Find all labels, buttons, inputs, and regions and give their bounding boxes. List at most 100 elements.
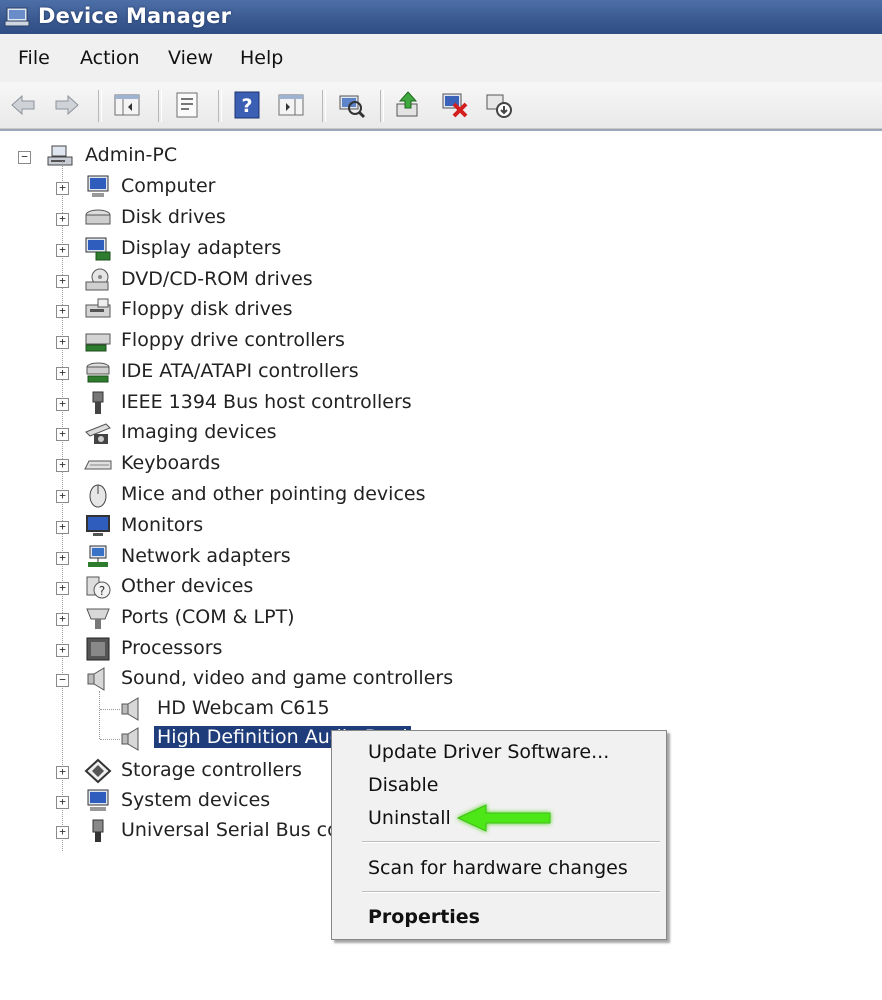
tree-item-disk-drives[interactable]: + Disk drives [0, 205, 460, 235]
back-icon[interactable] [8, 90, 38, 120]
root-label: Admin-PC [85, 144, 178, 166]
svg-text:?: ? [241, 95, 252, 117]
menu-file[interactable]: File [18, 47, 50, 69]
ide-controller-icon [86, 362, 110, 383]
uninstall-device-icon[interactable] [484, 90, 514, 120]
help-icon[interactable]: ? [232, 90, 262, 120]
tree-item-label: System devices [121, 789, 271, 811]
show-hide-console-tree-icon[interactable] [112, 90, 142, 120]
expand-expander[interactable]: + [56, 367, 69, 380]
tree-item-imaging-devices[interactable]: + Imaging devices [0, 420, 460, 450]
expand-expander[interactable]: + [56, 521, 69, 534]
menu-scan-for-hardware-changes[interactable]: Scan for hardware changes [368, 857, 628, 879]
tree-item-label: Disk drives [121, 206, 226, 228]
speaker-icon [87, 667, 105, 691]
menu-update-driver-software[interactable]: Update Driver Software... [368, 741, 609, 763]
expand-expander[interactable]: + [56, 490, 69, 503]
expand-expander[interactable]: + [56, 644, 69, 657]
tree-item-monitors[interactable]: + Monitors [0, 513, 460, 543]
expand-expander[interactable]: + [56, 182, 69, 195]
tree-item-label: Floppy disk drives [121, 298, 293, 320]
tree-item-mice-and-other-pointing-devices[interactable]: + Mice and other pointing devices [0, 482, 460, 512]
tree-item-label: Universal Serial Bus cor [121, 819, 347, 841]
expand-expander[interactable]: + [56, 552, 69, 565]
tree-item-label: Sound, video and game controllers [121, 667, 454, 689]
expand-expander[interactable]: + [56, 428, 69, 441]
floppy-drive-icon [85, 298, 111, 318]
green-arrow-icon [456, 804, 551, 832]
ieee-1394-plug-icon [92, 391, 104, 414]
scan-hardware-icon[interactable] [336, 90, 366, 120]
forward-icon[interactable] [52, 90, 82, 120]
expand-expander[interactable]: + [56, 275, 69, 288]
tree-root[interactable]: − Admin-PC [0, 143, 300, 173]
expand-expander[interactable]: + [56, 244, 69, 257]
tree-item-label: Monitors [121, 514, 204, 536]
menu-uninstall[interactable]: Uninstall [368, 807, 451, 829]
expand-expander[interactable]: + [56, 613, 69, 626]
tree-item-computer[interactable]: + Computer [0, 174, 460, 204]
collapse-expander[interactable]: − [56, 674, 69, 687]
menu-bar: File Action View Help [0, 34, 882, 83]
disable-device-icon[interactable] [440, 90, 470, 120]
action-pane-icon[interactable] [276, 90, 306, 120]
tree-item-label: Computer [121, 175, 216, 197]
tree-item-floppy-drive-controllers[interactable]: + Floppy drive controllers [0, 328, 460, 358]
port-icon [86, 608, 110, 629]
properties-icon[interactable] [172, 90, 202, 120]
tree-item-label: HD Webcam C615 [157, 697, 330, 719]
computer-icon [87, 175, 109, 197]
title-bar: Device Manager [0, 0, 882, 34]
expand-expander[interactable]: + [56, 305, 69, 318]
tree-item-label: Mice and other pointing devices [121, 483, 426, 505]
expand-expander[interactable]: + [56, 826, 69, 839]
menu-separator [362, 841, 660, 843]
toolbar-separator [158, 90, 162, 122]
tree-item-processors[interactable]: + Processors [0, 636, 460, 666]
tree-item-label: Display adapters [121, 237, 282, 259]
menu-disable[interactable]: Disable [368, 774, 438, 796]
tree-item-sound-video-game-controllers[interactable]: − Sound, video and game controllers [0, 666, 460, 696]
tree-item-floppy-disk-drives[interactable]: + Floppy disk drives [0, 297, 460, 327]
computer-root-icon [47, 145, 73, 166]
device-manager-icon [4, 7, 30, 27]
expand-expander[interactable]: + [56, 766, 69, 779]
expand-expander[interactable]: + [56, 582, 69, 595]
menu-action[interactable]: Action [80, 47, 140, 69]
tree-item-label: Other devices [121, 575, 254, 597]
disk-drive-icon [85, 209, 111, 225]
storage-controller-icon [84, 758, 112, 784]
tree-item-hd-webcam[interactable]: HD Webcam C615 [0, 696, 460, 726]
menu-properties[interactable]: Properties [368, 906, 480, 928]
imaging-device-icon [85, 423, 111, 444]
menu-separator [362, 891, 660, 893]
menu-view[interactable]: View [168, 47, 213, 69]
tree-item-network-adapters[interactable]: + Network adapters [0, 544, 460, 574]
mouse-icon [89, 484, 107, 508]
menu-help[interactable]: Help [240, 47, 283, 69]
update-driver-icon[interactable] [394, 90, 424, 120]
tree-item-ports-com-lpt[interactable]: + Ports (COM & LPT) [0, 605, 460, 635]
monitor-icon [86, 515, 110, 536]
tree-item-universal-serial-bus-controllers[interactable]: + Universal Serial Bus cor [0, 818, 347, 848]
tree-item-ide-ata-atapi-controllers[interactable]: + IDE ATA/ATAPI controllers [0, 359, 460, 389]
toolbar-separator [380, 90, 384, 122]
processor-icon [86, 637, 110, 661]
tree-item-label: Ports (COM & LPT) [121, 606, 295, 628]
expand-expander[interactable]: + [56, 336, 69, 349]
display-adapter-icon [85, 237, 111, 261]
dvd-drive-icon [85, 268, 109, 291]
speaker-icon [121, 727, 139, 751]
collapse-root-expander[interactable]: − [18, 151, 31, 164]
tree-item-label: Keyboards [121, 452, 221, 474]
tree-item-display-adapters[interactable]: + Display adapters [0, 236, 460, 266]
expand-expander[interactable]: + [56, 796, 69, 809]
tree-item-dvd-cd-rom-drives[interactable]: + DVD/CD-ROM drives [0, 267, 460, 297]
expand-expander[interactable]: + [56, 213, 69, 226]
tree-item-keyboards[interactable]: + Keyboards [0, 451, 460, 481]
tree-item-ieee-1394-bus-host-controllers[interactable]: + IEEE 1394 Bus host controllers [0, 390, 460, 420]
toolbar-separator [218, 90, 222, 122]
tree-item-other-devices[interactable]: + ? Other devices [0, 574, 460, 604]
expand-expander[interactable]: + [56, 459, 69, 472]
expand-expander[interactable]: + [56, 398, 69, 411]
